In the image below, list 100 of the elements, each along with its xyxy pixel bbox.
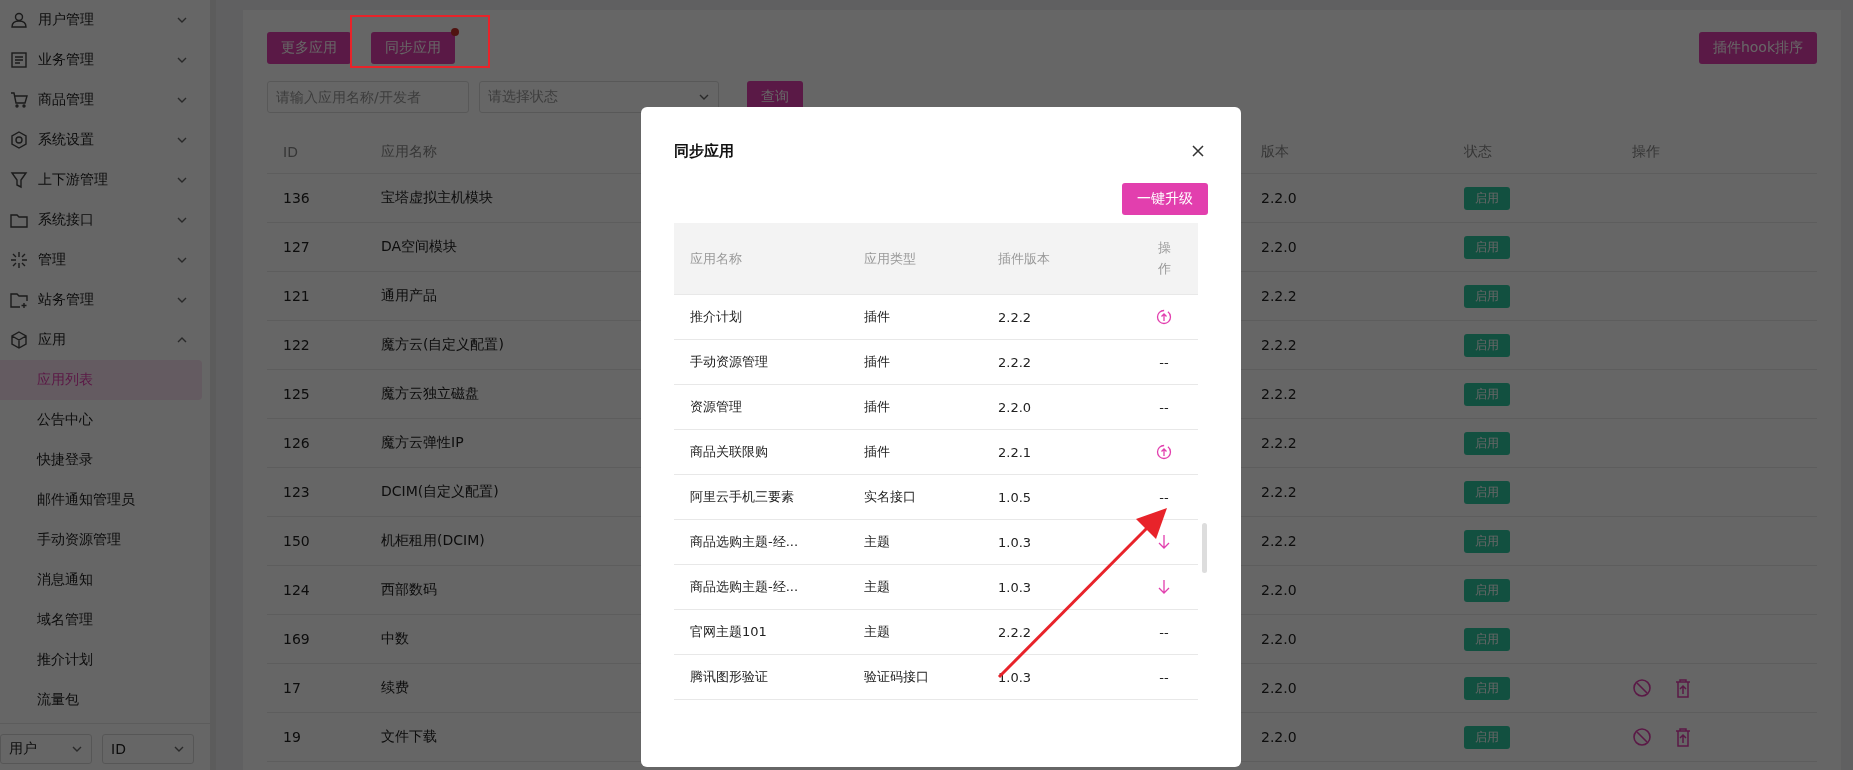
trash-icon[interactable] — [1674, 678, 1692, 698]
table-cell: 手动资源管理 — [690, 353, 768, 371]
table-cell: -- — [1159, 354, 1169, 370]
column-header: 插件版本 — [998, 249, 1050, 268]
down-arrow-icon[interactable] — [1158, 534, 1170, 550]
dropdown-select[interactable]: 用户 — [0, 734, 92, 764]
toolbar-button[interactable]: 更多应用 — [267, 32, 351, 64]
table-cell: 插件 — [864, 443, 890, 461]
table-cell: 主题 — [864, 578, 890, 596]
sidebar-subitem[interactable]: 手动资源管理 — [0, 520, 202, 560]
table-cell: 2.2.2 — [1261, 288, 1297, 304]
status-tag: 启用 — [1464, 676, 1510, 700]
table-cell: 魔方云弹性IP — [381, 434, 464, 452]
table-cell: 中数 — [381, 630, 409, 648]
table-cell: 续费 — [381, 679, 409, 697]
table-cell: 122 — [283, 337, 310, 353]
status-tag: 启用 — [1464, 725, 1510, 749]
upgrade-icon[interactable] — [1156, 309, 1172, 325]
table-cell: 魔方云独立磁盘 — [381, 385, 479, 403]
table-cell: 推介计划 — [690, 308, 742, 326]
column-header: 应用名称 — [690, 249, 742, 268]
table-cell: 2.2.1 — [998, 444, 1032, 460]
sidebar-subitem[interactable]: 消息通知 — [0, 560, 202, 600]
sort-button[interactable]: 插件hook排序 — [1698, 32, 1817, 64]
status-tag: 启用 — [1464, 333, 1510, 357]
table-cell: 2.2.0 — [998, 399, 1032, 415]
table-cell: 商品关联限购 — [690, 443, 768, 461]
table-cell: 西部数码 — [381, 581, 437, 599]
table-cell: 插件 — [864, 308, 890, 326]
table-cell: 资源管理 — [690, 398, 742, 416]
status-tag: 启用 — [1464, 431, 1510, 455]
sidebar-item[interactable]: 站务管理 — [0, 280, 202, 320]
sidebar-subitem[interactable]: 邮件通知管理员 — [0, 480, 202, 520]
status-tag: 启用 — [1464, 284, 1510, 308]
sparkle-icon — [10, 251, 28, 269]
table-cell: 2.2.2 — [1261, 386, 1297, 402]
table-cell: 2.2.2 — [1261, 435, 1297, 451]
table-cell: 121 — [283, 288, 310, 304]
table-cell: 官网主题101 — [690, 623, 767, 641]
table-cell: 机柜租用(DCIM) — [381, 532, 485, 550]
folder-plus-icon — [10, 291, 28, 309]
status-tag: 启用 — [1464, 382, 1510, 406]
table-cell: 魔方云(自定义配置) — [381, 336, 504, 354]
status-tag: 启用 — [1464, 186, 1510, 210]
status-tag: 启用 — [1464, 529, 1510, 553]
sidebar-item[interactable]: 系统设置 — [0, 120, 202, 160]
table-cell: 125 — [283, 386, 310, 402]
table-cell: 2.2.2 — [1261, 533, 1297, 549]
table-cell: 商品选购主题-经... — [690, 578, 799, 596]
table-cell: DCIM(自定义配置) — [381, 483, 499, 501]
dropdown-select[interactable]: ID — [102, 734, 194, 764]
table-cell: 2.2.0 — [1261, 729, 1297, 745]
sidebar-item[interactable]: 商品管理 — [0, 80, 202, 120]
table-cell: 126 — [283, 435, 310, 451]
down-arrow-icon[interactable] — [1158, 579, 1170, 595]
column-header: 应用类型 — [864, 249, 916, 268]
table-cell: 2.2.0 — [1261, 680, 1297, 696]
table-cell: 2.2.0 — [1261, 631, 1297, 647]
sidebar-subitem[interactable]: 快捷登录 — [0, 440, 202, 480]
table-cell: 实名接口 — [864, 488, 916, 506]
sidebar-item[interactable]: 管理 — [0, 240, 202, 280]
table-cell: -- — [1159, 399, 1169, 415]
table-cell: 文件下载 — [381, 728, 437, 746]
table-cell: 136 — [283, 190, 310, 206]
status-tag: 启用 — [1464, 627, 1510, 651]
table-cell: 宝塔虚拟主机模块 — [381, 189, 493, 207]
table-cell: 插件 — [864, 353, 890, 371]
sidebar-item[interactable]: 业务管理 — [0, 40, 202, 80]
table-cell: 1.0.3 — [998, 579, 1032, 595]
sidebar-item[interactable]: 系统接口 — [0, 200, 202, 240]
dialog-title: 同步应用 — [674, 141, 734, 161]
table-cell: DA空间模块 — [381, 238, 458, 256]
table-cell: 2.2.2 — [998, 624, 1032, 640]
trash-icon[interactable] — [1674, 727, 1692, 747]
cube-icon — [10, 331, 28, 349]
table-cell: 2.2.0 — [1261, 582, 1297, 598]
sidebar-subitem[interactable]: 推介计划 — [0, 640, 202, 680]
table-cell: 阿里云手机三要素 — [690, 488, 794, 506]
table-cell: 主题 — [864, 623, 890, 641]
column-header: 操作 — [1157, 238, 1171, 278]
table-cell: 1.0.3 — [998, 669, 1032, 685]
table-cell: 2.2.2 — [998, 354, 1032, 370]
sidebar-subitem[interactable]: 流量包 — [0, 680, 202, 720]
sidebar-item[interactable]: 用户管理 — [0, 0, 202, 40]
table-cell: 插件 — [864, 398, 890, 416]
sidebar-subitem[interactable]: 应用列表 — [0, 360, 202, 400]
table-cell: 2.2.2 — [998, 309, 1032, 325]
upgrade-all-button[interactable]: 一键升级 — [1122, 183, 1208, 215]
upgrade-icon[interactable] — [1156, 444, 1172, 460]
sidebar-item[interactable]: 上下游管理 — [0, 160, 202, 200]
disable-icon[interactable] — [1632, 678, 1652, 698]
table-cell: 17 — [283, 680, 301, 696]
disable-icon[interactable] — [1632, 727, 1652, 747]
sidebar-subitem[interactable]: 公告中心 — [0, 400, 202, 440]
sidebar-subitem[interactable]: 域名管理 — [0, 600, 202, 640]
sidebar-item[interactable]: 应用 — [0, 320, 202, 360]
table-cell: 通用产品 — [381, 287, 437, 305]
status-tag: 启用 — [1464, 235, 1510, 259]
table-cell: 2.2.2 — [1261, 484, 1297, 500]
table-cell: -- — [1159, 489, 1169, 505]
